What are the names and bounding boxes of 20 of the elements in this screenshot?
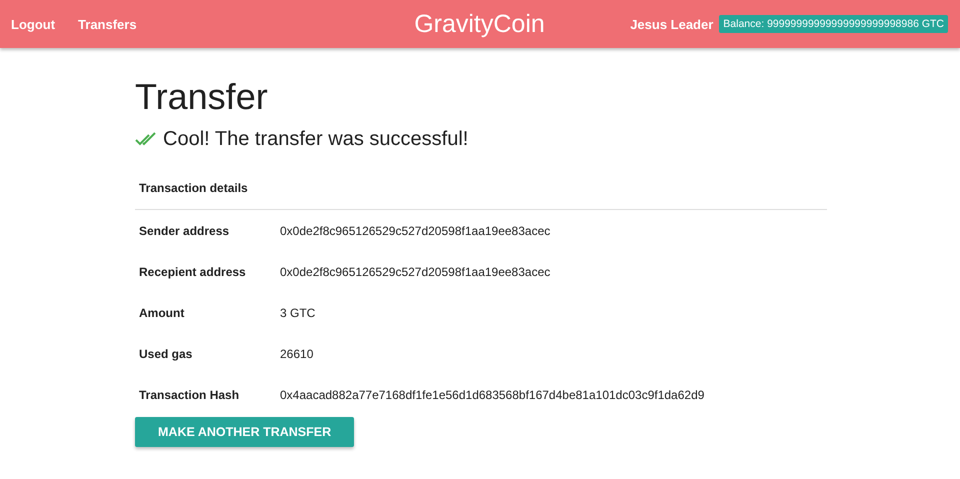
user-name: Jesus Leader xyxy=(630,16,714,32)
nav-link[interactable]: Logout xyxy=(11,16,56,32)
page-title: Transfer xyxy=(135,76,269,118)
detail-value: 26610 xyxy=(279,346,314,363)
success-message: Cool! The transfer was successful! xyxy=(163,128,468,151)
table-header: Transaction details xyxy=(135,171,827,210)
detail-value: 3 GTC xyxy=(279,305,316,322)
double-check-icon xyxy=(135,132,157,148)
brand-logo[interactable]: GravityCoin xyxy=(414,10,545,38)
detail-label: Amount xyxy=(138,305,186,322)
detail-label: Sender address xyxy=(135,210,276,251)
detail-label: Recepient address xyxy=(138,264,247,281)
make-another-transfer-button[interactable]: MAKE ANOTHER TRANSFER xyxy=(135,417,354,447)
nav-link[interactable]: Transfers xyxy=(78,16,137,32)
detail-label: Used gas xyxy=(138,346,194,363)
detail-value: 0x4aacad882a77e7168df1fe1e56d1d683568bf167d4be81a101dc03c9f1da62d9 xyxy=(279,387,706,404)
detail-value: 0x0de2f8c965126529c527d20598f1aa19ee83acec xyxy=(276,210,827,251)
detail-value: 0x0de2f8c965126529c527d20598f1aa19ee83acec xyxy=(279,264,552,281)
balance-badge: Balance: 99999999999999999999998986 GTC xyxy=(719,15,948,33)
detail-label: Transaction Hash xyxy=(138,387,240,404)
